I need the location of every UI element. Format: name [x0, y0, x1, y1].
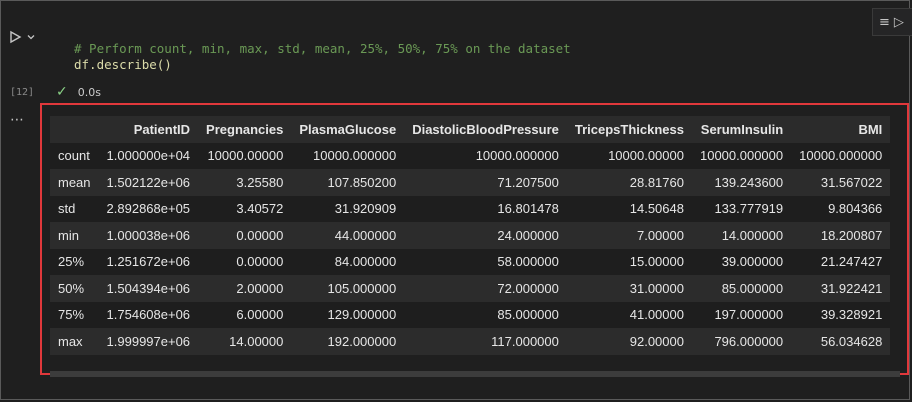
play-icon[interactable] [8, 30, 22, 44]
table-cell: 796.000000 [691, 328, 792, 355]
table-cell: 39.328921 [791, 301, 891, 328]
table-cell: 10000.000000 [791, 142, 891, 169]
table-cell: 92.00000 [566, 328, 692, 355]
table-cell: 1.754608e+06 [98, 301, 199, 328]
table-cell: 14.000000 [691, 222, 792, 249]
table-cell: 14.00000 [198, 328, 292, 355]
table-cell: 192.000000 [291, 328, 405, 355]
column-header: BMI [791, 116, 891, 143]
table-cell: 10000.00000 [198, 142, 292, 169]
table-cell: 9.804366 [791, 195, 891, 222]
table-cell: 56.034628 [791, 328, 891, 355]
table-row: std 2.892868e+05 3.40572 31.920909 16.801478… [50, 195, 891, 222]
table-cell: 16.801478 [404, 195, 567, 222]
table-cell: 14.50648 [566, 195, 692, 222]
table-cell: 3.25580 [198, 169, 292, 196]
table-cell: 107.850200 [291, 169, 405, 196]
row-label: 75% [50, 301, 99, 328]
table-cell: 1.502122e+06 [98, 169, 199, 196]
row-label: 25% [50, 248, 99, 275]
row-label: mean [50, 169, 99, 196]
column-header: TricepsThickness [566, 116, 692, 143]
table-cell: 31.567022 [791, 169, 891, 196]
execution-time: 0.0s [77, 85, 101, 99]
table-cell: 15.00000 [566, 248, 692, 275]
table-cell: 2.892868e+05 [98, 195, 199, 222]
table-cell: 85.000000 [691, 275, 792, 302]
table-cell: 85.000000 [404, 301, 567, 328]
table-cell: 3.40572 [198, 195, 292, 222]
table-cell: 24.000000 [404, 222, 567, 249]
table-cell: 18.200807 [791, 222, 891, 249]
table-row: count 1.000000e+04 10000.00000 10000.000000… [50, 142, 891, 169]
column-header: SerumInsulin [691, 116, 792, 143]
table-cell: 10000.000000 [291, 142, 405, 169]
column-header: Pregnancies [198, 116, 292, 143]
table-cell: 31.00000 [566, 275, 692, 302]
table-cell: 31.920909 [291, 195, 405, 222]
table-cell: 28.81760 [566, 169, 692, 196]
table-cell: 1.999997e+06 [98, 328, 199, 355]
table-cell: 72.000000 [404, 275, 567, 302]
column-header: PlasmaGlucose [291, 116, 405, 143]
table-cell: 1.000038e+06 [98, 222, 199, 249]
execution-status: ✓ 0.0s [56, 85, 101, 99]
table-cell: 10000.000000 [404, 142, 567, 169]
table-cell: 2.00000 [198, 275, 292, 302]
table-cell: 129.000000 [291, 301, 405, 328]
row-label: max [50, 328, 99, 355]
table-cell: 10000.000000 [691, 142, 792, 169]
table-cell: 6.00000 [198, 301, 292, 328]
table-cell: 1.000000e+04 [98, 142, 199, 169]
table-row: min 1.000038e+06 0.00000 44.000000 24.000000… [50, 222, 891, 249]
column-header: PatientID [98, 116, 199, 143]
column-header: DiastolicBloodPressure [404, 116, 567, 143]
table-cell: 139.243600 [691, 169, 792, 196]
table-cell: 1.504394e+06 [98, 275, 199, 302]
table-cell: 0.00000 [198, 248, 292, 275]
check-icon: ✓ [56, 84, 68, 100]
table-cell: 0.00000 [198, 222, 292, 249]
table-cell: 197.000000 [691, 301, 792, 328]
chevron-down-icon[interactable] [26, 32, 36, 42]
table-row: 75% 1.754608e+06 6.00000 129.000000 85.00000… [50, 301, 891, 328]
table-cell: 133.777919 [691, 195, 792, 222]
table-cell: 44.000000 [291, 222, 405, 249]
table-cell: 21.247427 [791, 248, 891, 275]
more-panel-icon[interactable]: ▷ [894, 16, 904, 29]
ellipsis-icon[interactable]: ⋯ [10, 112, 25, 128]
run-cell-button[interactable] [8, 30, 36, 44]
table-row: 50% 1.504394e+06 2.00000 105.000000 72.00000… [50, 275, 891, 302]
table-cell: 71.207500 [404, 169, 567, 196]
table-cell: 58.000000 [404, 248, 567, 275]
table-cell: 7.00000 [566, 222, 692, 249]
table-row: 25% 1.251672e+06 0.00000 84.000000 58.000000… [50, 248, 891, 275]
table-cell: 84.000000 [291, 248, 405, 275]
row-label: std [50, 195, 99, 222]
table-cell: 117.000000 [404, 328, 567, 355]
table-cell: 1.251672e+06 [98, 248, 199, 275]
table-cell: 31.922421 [791, 275, 891, 302]
cell-output: PatientID Pregnancies PlasmaGlucose Diastol… [40, 103, 909, 377]
row-label: 50% [50, 275, 99, 302]
table-cell: 10000.00000 [566, 142, 692, 169]
table-header-row: PatientID Pregnancies PlasmaGlucose Diastol… [50, 116, 891, 143]
code-line: df.describe() [74, 57, 172, 72]
execution-count: [12] [10, 87, 35, 98]
table-cell: 39.000000 [691, 248, 792, 275]
row-label: min [50, 222, 99, 249]
code-comment: # Perform count, min, max, std, mean, 25… [74, 41, 571, 56]
cell-toolbar: ≡ ▷ [872, 8, 912, 36]
horizontal-scrollbar[interactable] [50, 371, 900, 377]
describe-table: PatientID Pregnancies PlasmaGlucose Diastol… [50, 116, 891, 355]
split-cell-icon[interactable]: ≡ [879, 16, 890, 29]
code-editor[interactable]: # Perform count, min, max, std, mean, 25… [74, 41, 571, 73]
table-cell: 41.00000 [566, 301, 692, 328]
row-label: count [50, 142, 99, 169]
table-row: mean 1.502122e+06 3.25580 107.850200 71.2075… [50, 169, 891, 196]
table-row: max 1.999997e+06 14.00000 192.000000 117.000… [50, 328, 891, 355]
table-cell: 105.000000 [291, 275, 405, 302]
index-header [50, 116, 99, 143]
